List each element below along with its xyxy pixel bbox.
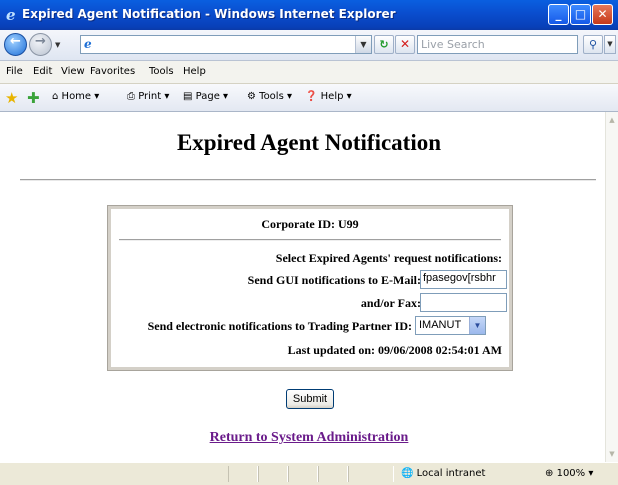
- fax-input[interactable]: [420, 293, 507, 312]
- page-button[interactable]: ▤ Page ▾: [183, 91, 228, 102]
- menu-tools[interactable]: Tools: [149, 66, 174, 77]
- address-bar: ← → ▼ e ▼ ↻ ✕ Live Search ⚲ ▼: [0, 30, 618, 61]
- status-bar: 🌐 Local intranet ⊕ 100% ▾: [0, 462, 618, 485]
- zoom-icon: ⊕: [545, 468, 554, 479]
- return-link-row: Return to System Administration: [0, 430, 605, 446]
- select-heading: Select Expired Agents' request notificat…: [275, 251, 502, 265]
- refresh-button[interactable]: ↻: [374, 35, 394, 54]
- menu-file[interactable]: File: [6, 66, 23, 77]
- home-icon: ⌂: [52, 91, 59, 102]
- trading-partner-label: Send electronic notifications to Trading…: [147, 319, 412, 333]
- url-field[interactable]: e ▼: [80, 35, 372, 54]
- search-input[interactable]: Live Search: [417, 35, 578, 54]
- menu-view[interactable]: View: [61, 66, 85, 77]
- tools-button[interactable]: ⚙ Tools ▾: [247, 91, 292, 102]
- menu-help[interactable]: Help: [183, 66, 206, 77]
- zoom-level[interactable]: ⊕ 100% ▾: [545, 468, 593, 479]
- minimize-button[interactable]: _: [548, 4, 569, 25]
- url-dropdown-icon[interactable]: ▼: [355, 36, 371, 53]
- vertical-scrollbar[interactable]: ▲ ▼: [605, 112, 618, 462]
- command-bar: ★ ✚ ⌂ Home ▾ ⎙ Print ▾ ▤ Page ▾ ⚙ Tools …: [0, 84, 618, 112]
- gui-email-label: Send GUI notifications to E-Mail:: [247, 273, 421, 287]
- print-button[interactable]: ⎙ Print ▾: [127, 91, 169, 102]
- scroll-down-icon[interactable]: ▼: [607, 448, 617, 460]
- page-menu-icon: ▤: [183, 91, 193, 102]
- window-title-bar: e Expired Agent Notification - Windows I…: [0, 0, 618, 30]
- divider: [20, 179, 596, 181]
- panel-divider: [119, 239, 501, 241]
- menu-edit[interactable]: Edit: [33, 66, 52, 77]
- trading-partner-select[interactable]: IMANUT ▼: [415, 316, 486, 335]
- globe-icon: 🌐: [401, 468, 414, 479]
- menu-favorites[interactable]: Favorites: [90, 66, 135, 77]
- scroll-up-icon[interactable]: ▲: [607, 114, 617, 126]
- back-button[interactable]: ←: [4, 33, 27, 56]
- history-dropdown-icon[interactable]: ▼: [55, 41, 60, 49]
- search-options-icon[interactable]: ▼: [604, 35, 616, 54]
- submit-button[interactable]: Submit: [286, 389, 334, 409]
- add-favorites-icon[interactable]: ✚: [27, 89, 40, 107]
- page-content: Expired Agent Notification Corporate ID:…: [0, 112, 605, 462]
- gear-icon: ⚙: [247, 91, 256, 102]
- page-title: Expired Agent Notification: [176, 130, 442, 155]
- window-title: Expired Agent Notification - Windows Int…: [22, 7, 396, 21]
- return-to-system-administration-link[interactable]: Return to System Administration: [210, 430, 409, 445]
- last-updated: Last updated on: 09/06/2008 02:54:01 AM: [287, 343, 502, 357]
- help-icon: ❓: [305, 91, 318, 102]
- fax-label: and/or Fax:: [360, 296, 421, 310]
- stop-button[interactable]: ✕: [395, 35, 415, 54]
- help-button[interactable]: ❓ Help ▾: [305, 91, 352, 102]
- home-button[interactable]: ⌂ Home ▾: [52, 91, 99, 102]
- ie-logo-icon: e: [6, 6, 16, 24]
- corporate-id: Corporate ID: U99: [261, 217, 359, 231]
- search-button[interactable]: ⚲: [583, 35, 603, 54]
- chevron-down-icon[interactable]: ▼: [469, 317, 485, 334]
- close-button[interactable]: ✕: [592, 4, 613, 25]
- security-zone: 🌐 Local intranet: [401, 468, 486, 479]
- notification-form-panel: Corporate ID: U99 Select Expired Agents'…: [107, 205, 513, 371]
- printer-icon: ⎙: [127, 91, 135, 102]
- maximize-button[interactable]: □: [570, 4, 591, 25]
- forward-button[interactable]: →: [29, 33, 52, 56]
- trading-partner-value: IMANUT: [419, 319, 462, 331]
- page-icon: e: [84, 37, 92, 51]
- menu-bar: File Edit View Favorites Tools Help: [0, 61, 618, 84]
- favorites-star-icon[interactable]: ★: [5, 89, 18, 107]
- gui-email-input[interactable]: fpasegov[rsbhr: [420, 270, 507, 289]
